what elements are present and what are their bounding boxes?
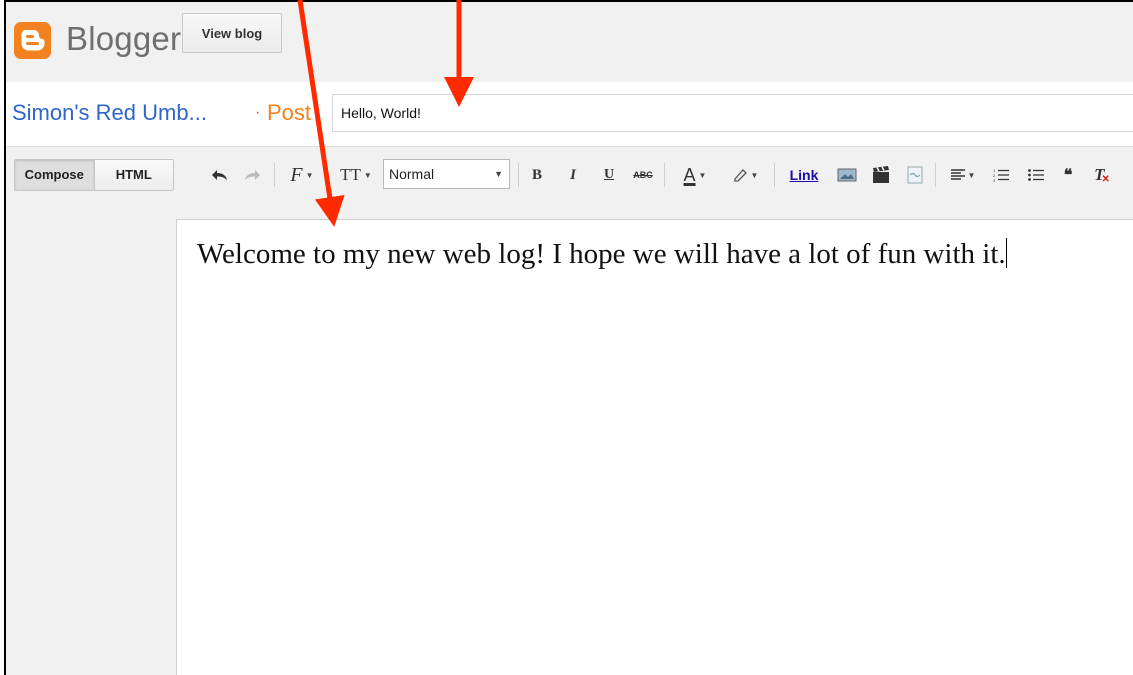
redo-icon[interactable]	[240, 162, 266, 188]
toolbar-separator	[774, 163, 775, 187]
highlighter-icon	[733, 169, 747, 182]
italic-button[interactable]: I	[562, 162, 584, 188]
svg-text:3: 3	[993, 178, 996, 182]
brand-name: Blogger	[66, 20, 182, 57]
toolbar-separator	[935, 163, 936, 187]
breadcrumb-separator: ·	[255, 104, 261, 121]
mode-switch: Compose HTML	[14, 159, 174, 191]
close-icon: ✕	[1101, 173, 1110, 185]
align-left-icon	[950, 169, 965, 180]
editor-area: Welcome to my new web log! I hope we wil…	[6, 205, 1133, 675]
font-size-button[interactable]: TT ▼	[336, 162, 376, 188]
underline-button[interactable]: U	[598, 162, 620, 188]
compose-editor[interactable]: Welcome to my new web log! I hope we wil…	[176, 219, 1133, 675]
link-button[interactable]: Link	[784, 162, 824, 188]
insert-video-icon[interactable]	[869, 162, 893, 188]
post-body-content: Welcome to my new web log! I hope we wil…	[197, 238, 1006, 270]
blogger-window: Blogger View blog Simon's Red Umb... · P…	[4, 0, 1133, 675]
chevron-down-icon: ▼	[305, 170, 314, 180]
post-title-row: Simon's Red Umb... · Post	[6, 82, 1133, 146]
breadcrumb-post: Post	[267, 100, 312, 125]
text-color-icon: A	[683, 164, 696, 185]
remove-formatting-button[interactable]: T ✕	[1090, 162, 1114, 188]
post-body-text[interactable]: Welcome to my new web log! I hope we wil…	[197, 232, 1117, 277]
blogger-logo-icon[interactable]	[14, 22, 51, 59]
toolbar-separator	[664, 163, 665, 187]
toolbar-separator	[274, 163, 275, 187]
toolbar-separator	[518, 163, 519, 187]
post-title-input[interactable]	[332, 94, 1133, 132]
alignment-button[interactable]: ▼	[944, 162, 982, 188]
view-blog-button[interactable]: View blog	[182, 13, 282, 53]
chevron-down-icon: ▼	[698, 170, 707, 180]
chevron-down-icon: ▼	[750, 170, 759, 180]
undo-icon[interactable]	[206, 162, 232, 188]
text-color-button[interactable]: A ▼	[674, 162, 716, 188]
highlight-color-button[interactable]: ▼	[724, 162, 766, 188]
editor-toolbar: Compose HTML F ▼ TT ▼ Normal ▼ B I U ABC A…	[6, 146, 1133, 206]
bold-button[interactable]: B	[526, 162, 548, 188]
top-bar: Blogger View blog	[6, 2, 1133, 82]
font-icon: F	[290, 163, 303, 186]
insert-image-icon[interactable]	[835, 162, 859, 188]
jump-break-icon[interactable]	[903, 162, 927, 188]
tab-html[interactable]: HTML	[93, 160, 173, 190]
blockquote-button[interactable]: ❝	[1056, 162, 1080, 188]
tab-compose[interactable]: Compose	[15, 160, 94, 190]
font-family-button[interactable]: F ▼	[284, 162, 320, 188]
link-label: Link	[789, 167, 819, 183]
bulleted-list-icon[interactable]	[1024, 162, 1048, 188]
chevron-down-icon: ▼	[967, 170, 976, 180]
numbered-list-icon[interactable]: 123	[989, 162, 1013, 188]
chevron-down-icon: ▼	[363, 170, 372, 180]
format-select-value: Normal	[389, 166, 435, 182]
blog-name-link[interactable]: Simon's Red Umb...	[12, 100, 207, 126]
format-select[interactable]: Normal ▼	[383, 159, 510, 189]
strikethrough-button[interactable]: ABC	[630, 162, 656, 188]
font-size-icon: TT	[340, 165, 361, 184]
text-cursor	[1005, 238, 1007, 268]
chevron-down-icon: ▼	[494, 169, 503, 179]
